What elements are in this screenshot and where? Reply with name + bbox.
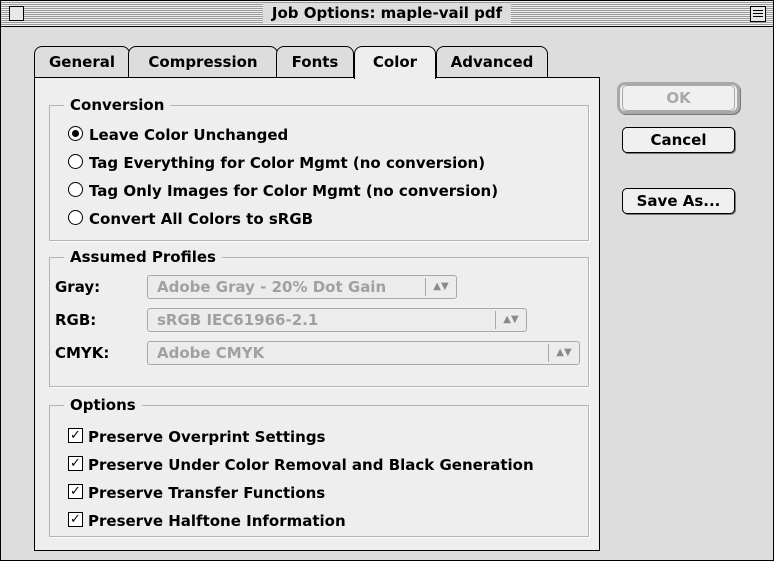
- radio-label: Tag Everything for Color Mgmt (no conver…: [89, 154, 486, 172]
- checkbox-checked-icon[interactable]: ✓: [68, 512, 83, 527]
- gray-profile-select[interactable]: Adobe Gray - 20% Dot Gain ▲▼: [147, 275, 457, 299]
- radio-convert-to-srgb[interactable]: Convert All Colors to sRGB: [68, 208, 313, 230]
- radio-label: Leave Color Unchanged: [89, 126, 289, 144]
- checkbox-label: Preserve Overprint Settings: [88, 428, 326, 446]
- assumed-profiles-group: Assumed Profiles Gray: Adobe Gray - 20% …: [49, 247, 589, 387]
- conversion-legend: Conversion: [64, 95, 171, 115]
- cmyk-label: CMYK:: [55, 344, 110, 362]
- checkbox-checked-icon[interactable]: ✓: [68, 484, 83, 499]
- radio-button-selected[interactable]: [68, 126, 83, 141]
- popup-arrows-icon: ▲▼: [495, 311, 526, 329]
- rgb-profile-value: sRGB IEC61966-2.1: [157, 311, 319, 329]
- radio-button[interactable]: [68, 154, 83, 169]
- color-tab-panel: Conversion Leave Color Unchanged Tag Eve…: [34, 77, 600, 551]
- cancel-button[interactable]: Cancel: [622, 127, 735, 153]
- checkbox-preserve-transfer[interactable]: ✓ Preserve Transfer Functions: [68, 482, 325, 504]
- assumed-profiles-legend: Assumed Profiles: [64, 247, 222, 267]
- radio-label: Tag Only Images for Color Mgmt (no conve…: [89, 182, 499, 200]
- gray-profile-value: Adobe Gray - 20% Dot Gain: [157, 278, 387, 296]
- checkbox-label: Preserve Halftone Information: [88, 512, 346, 530]
- radio-tag-only-images[interactable]: Tag Only Images for Color Mgmt (no conve…: [68, 180, 498, 202]
- tab-general[interactable]: General: [34, 46, 130, 77]
- ok-button[interactable]: OK: [622, 85, 735, 111]
- tab-advanced[interactable]: Advanced: [436, 46, 548, 77]
- tab-color[interactable]: Color: [354, 46, 436, 79]
- gray-label: Gray:: [55, 278, 101, 296]
- tab-fonts[interactable]: Fonts: [276, 46, 354, 77]
- cmyk-profile-value: Adobe CMYK: [157, 344, 265, 362]
- popup-arrows-icon: ▲▼: [425, 278, 456, 296]
- title-bar[interactable]: Job Options: maple-vail pdf: [1, 1, 773, 27]
- rgb-profile-select[interactable]: sRGB IEC61966-2.1 ▲▼: [147, 308, 527, 332]
- collapse-box-icon[interactable]: [750, 6, 766, 22]
- cmyk-profile-select[interactable]: Adobe CMYK ▲▼: [147, 341, 580, 365]
- tab-compression[interactable]: Compression: [128, 46, 278, 77]
- options-group: Options ✓ Preserve Overprint Settings ✓ Pr…: [49, 395, 589, 537]
- checkbox-preserve-halftone[interactable]: ✓ Preserve Halftone Information: [68, 510, 346, 532]
- checkbox-checked-icon[interactable]: ✓: [68, 456, 83, 471]
- window-title-wrap: Job Options: maple-vail pdf: [1, 3, 773, 23]
- popup-arrows-icon: ▲▼: [548, 344, 579, 362]
- radio-tag-everything[interactable]: Tag Everything for Color Mgmt (no conver…: [68, 152, 485, 174]
- job-options-dialog: Job Options: maple-vail pdf General Comp…: [0, 0, 774, 561]
- checkbox-label: Preserve Under Color Removal and Black G…: [88, 456, 534, 474]
- radio-button[interactable]: [68, 210, 83, 225]
- radio-label: Convert All Colors to sRGB: [89, 210, 314, 228]
- save-as-button[interactable]: Save As...: [622, 188, 735, 214]
- checkbox-preserve-ucr-bg[interactable]: ✓ Preserve Under Color Removal and Black …: [68, 454, 534, 476]
- checkbox-label: Preserve Transfer Functions: [88, 484, 326, 502]
- checkbox-preserve-overprint[interactable]: ✓ Preserve Overprint Settings: [68, 426, 326, 448]
- window-title: Job Options: maple-vail pdf: [262, 3, 512, 23]
- checkbox-checked-icon[interactable]: ✓: [68, 428, 83, 443]
- rgb-label: RGB:: [55, 311, 97, 329]
- options-legend: Options: [64, 395, 142, 415]
- radio-leave-color-unchanged[interactable]: Leave Color Unchanged: [68, 124, 288, 146]
- radio-button[interactable]: [68, 182, 83, 197]
- conversion-group: Conversion Leave Color Unchanged Tag Eve…: [49, 95, 589, 241]
